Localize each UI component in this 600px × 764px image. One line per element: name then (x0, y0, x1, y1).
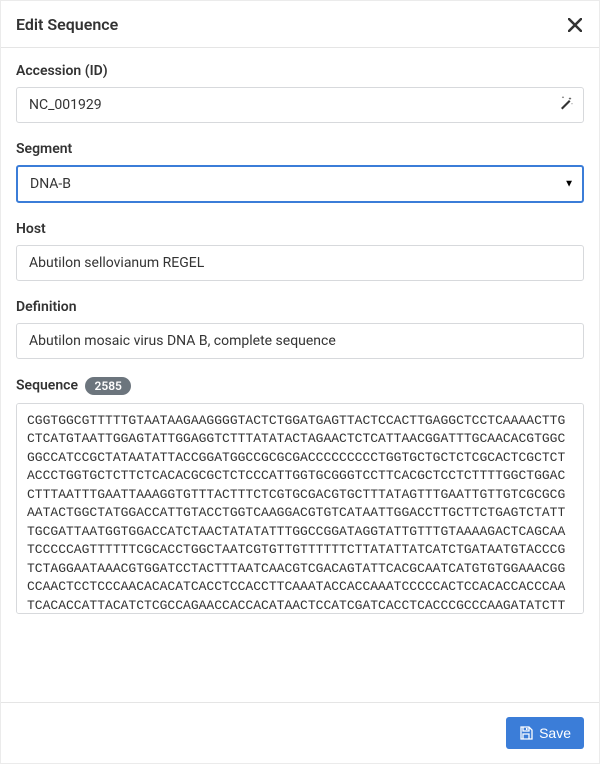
sequence-textarea[interactable] (16, 403, 584, 614)
definition-input[interactable] (16, 323, 584, 359)
close-button[interactable] (566, 16, 584, 34)
sequence-label-text: Sequence (16, 378, 78, 394)
magic-wand-icon[interactable] (558, 95, 574, 115)
sequence-label: Sequence 2585 (16, 377, 584, 395)
modal-title: Edit Sequence (16, 15, 118, 34)
host-input[interactable] (16, 245, 584, 281)
modal-footer: Save (1, 702, 599, 763)
accession-label: Accession (ID) (16, 63, 584, 79)
segment-label: Segment (16, 141, 584, 157)
save-icon (519, 726, 533, 740)
modal-header: Edit Sequence (1, 1, 599, 48)
accession-group: Accession (ID) (16, 63, 584, 123)
segment-select-wrapper: DNA-B ▼ (16, 165, 584, 203)
definition-label: Definition (16, 299, 584, 315)
host-label: Host (16, 221, 584, 237)
segment-group: Segment DNA-B ▼ (16, 141, 584, 203)
accession-input-wrapper (16, 87, 584, 123)
close-icon (568, 18, 582, 32)
save-button[interactable]: Save (506, 717, 584, 749)
save-button-label: Save (539, 725, 571, 741)
sequence-count-badge: 2585 (85, 377, 130, 395)
accession-input[interactable] (16, 87, 584, 123)
sequence-group: Sequence 2585 (16, 377, 584, 618)
host-group: Host (16, 221, 584, 281)
modal-body: Accession (ID) Segment DNA-B (1, 48, 599, 702)
definition-group: Definition (16, 299, 584, 359)
edit-sequence-modal: Edit Sequence Accession (ID) (0, 0, 600, 764)
segment-select[interactable]: DNA-B (16, 165, 584, 203)
